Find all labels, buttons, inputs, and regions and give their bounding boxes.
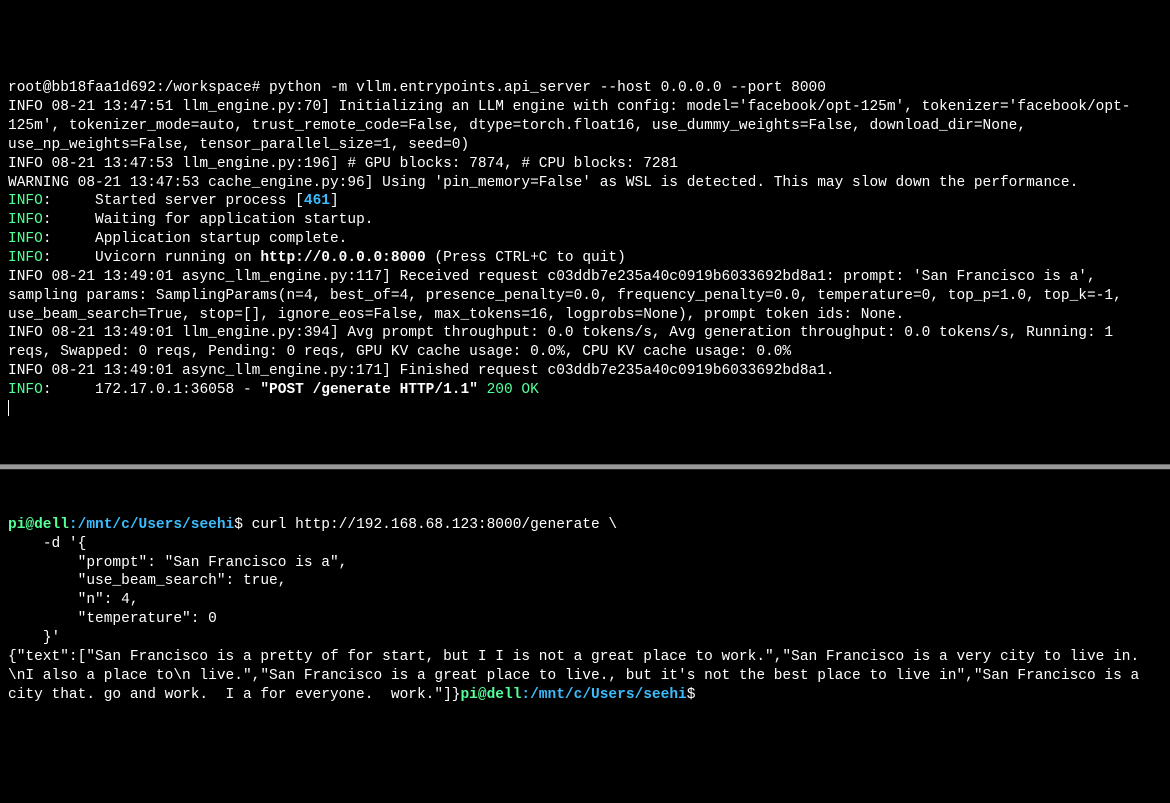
log-startup-complete: INFO: Application startup complete. bbox=[8, 230, 1162, 249]
http-request: "POST /generate HTTP/1.1" bbox=[260, 382, 478, 398]
log-access: INFO: 172.17.0.1:36058 - "POST /generate… bbox=[8, 381, 1162, 400]
log-uvicorn-running: INFO: Uvicorn running on http://0.0.0.0:… bbox=[8, 249, 1162, 268]
info-label: INFO bbox=[8, 193, 43, 209]
cursor-icon bbox=[8, 400, 9, 416]
curl-body-temp: "temperature": 0 bbox=[8, 610, 1162, 629]
server-url: http://0.0.0.0:8000 bbox=[260, 250, 425, 266]
prompt-symbol: $ bbox=[234, 517, 243, 533]
curl-body-n: "n": 4, bbox=[8, 591, 1162, 610]
response-line: {"text":["San Francisco is a pretty of f… bbox=[8, 648, 1162, 705]
pane-divider[interactable] bbox=[0, 464, 1170, 470]
client-user-host: pi@dell bbox=[8, 517, 69, 533]
log-warning-pin-memory: WARNING 08-21 13:47:53 cache_engine.py:9… bbox=[8, 174, 1162, 193]
server-prompt-line: root@bb18faa1d692:/workspace# python -m … bbox=[8, 79, 1162, 98]
log-throughput: INFO 08-21 13:49:01 llm_engine.py:394] A… bbox=[8, 324, 1162, 362]
cursor-line[interactable] bbox=[8, 400, 1162, 419]
info-label: INFO bbox=[8, 231, 43, 247]
client-terminal-output: pi@dell:/mnt/c/Users/seehi$ curl http://… bbox=[8, 516, 1162, 704]
info-label: INFO bbox=[8, 250, 43, 266]
client-prompt-line: pi@dell:/mnt/c/Users/seehi$ curl http://… bbox=[8, 516, 1162, 535]
curl-body-prompt: "prompt": "San Francisco is a", bbox=[8, 554, 1162, 573]
http-status: 200 OK bbox=[478, 382, 539, 398]
log-gpu-blocks: INFO 08-21 13:47:53 llm_engine.py:196] #… bbox=[8, 155, 1162, 174]
curl-body-open: -d '{ bbox=[8, 535, 1162, 554]
client-user-host: pi@dell bbox=[460, 687, 521, 703]
client-path: :/mnt/c/Users/seehi bbox=[521, 687, 686, 703]
prompt-symbol[interactable]: $ bbox=[687, 687, 696, 703]
terminal-output: root@bb18faa1d692:/workspace# python -m … bbox=[8, 79, 1162, 418]
log-started-server: INFO: Started server process [461] bbox=[8, 192, 1162, 211]
curl-body-close: }' bbox=[8, 629, 1162, 648]
log-engine-init: INFO 08-21 13:47:51 llm_engine.py:70] In… bbox=[8, 98, 1162, 155]
log-finished-request: INFO 08-21 13:49:01 async_llm_engine.py:… bbox=[8, 362, 1162, 381]
prompt-user-host: root@bb18faa1d692 bbox=[8, 80, 156, 96]
info-label: INFO bbox=[8, 382, 43, 398]
server-command: python -m vllm.entrypoints.api_server --… bbox=[260, 80, 826, 96]
prompt-path: :/workspace# bbox=[156, 80, 260, 96]
client-path: :/mnt/c/Users/seehi bbox=[69, 517, 234, 533]
started-text: Started server process [ bbox=[95, 193, 304, 209]
curl-body-beam: "use_beam_search": true, bbox=[8, 572, 1162, 591]
log-received-request: INFO 08-21 13:49:01 async_llm_engine.py:… bbox=[8, 268, 1162, 325]
log-waiting-startup: INFO: Waiting for application startup. bbox=[8, 211, 1162, 230]
curl-command: curl http://192.168.68.123:8000/generate… bbox=[243, 517, 617, 533]
client-ip: 172.17.0.1:36058 - bbox=[95, 382, 260, 398]
process-id: 461 bbox=[304, 193, 330, 209]
info-label: INFO bbox=[8, 212, 43, 228]
